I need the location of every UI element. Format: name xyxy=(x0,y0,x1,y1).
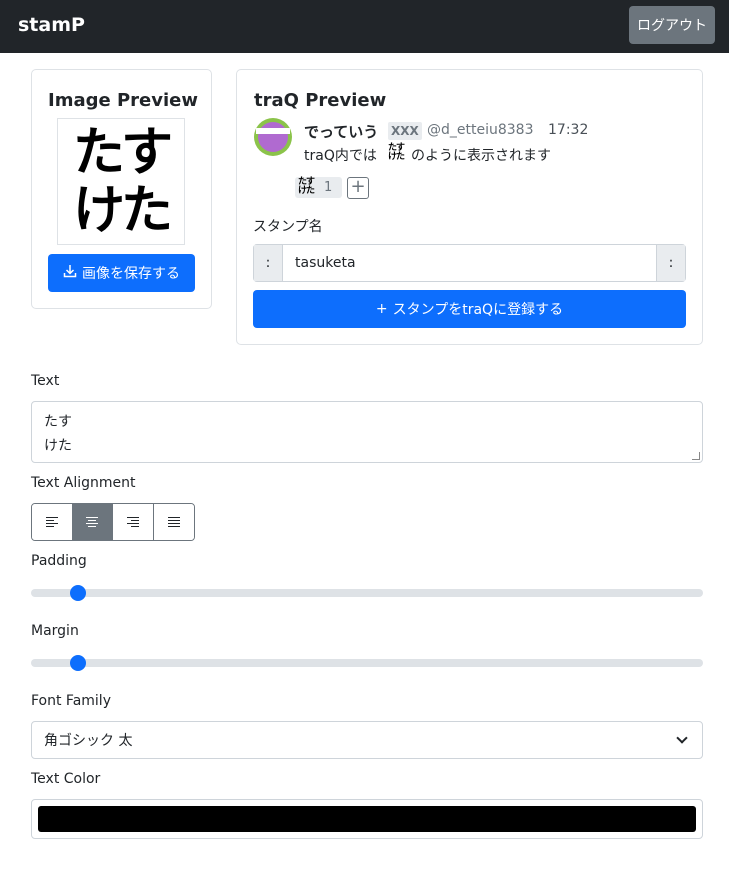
align-justify-button[interactable] xyxy=(153,504,194,540)
align-right-icon xyxy=(126,517,139,527)
download-icon xyxy=(63,264,77,282)
message-text-before: traQ内では xyxy=(304,148,377,164)
align-justify-icon xyxy=(167,517,180,527)
inline-stamp: たす けた xyxy=(388,143,405,162)
resize-handle[interactable] xyxy=(692,452,700,460)
margin-slider-thumb[interactable] xyxy=(70,655,87,671)
font-family-value: 角ゴシック 太 xyxy=(44,733,133,749)
user-badge: XXX xyxy=(388,122,422,140)
padding-label: Padding xyxy=(31,553,87,569)
align-left-button[interactable] xyxy=(32,504,73,540)
save-image-button[interactable]: 画像を保存する xyxy=(48,254,195,292)
font-family-label: Font Family xyxy=(31,693,111,709)
navbar: stamP ログアウト xyxy=(0,0,729,53)
stamp-name-input[interactable]: tasuketa xyxy=(295,255,356,271)
text-label: Text xyxy=(31,373,60,389)
image-preview-title: Image Preview xyxy=(48,90,198,111)
register-stamp-label: スタンプをtraQに登録する xyxy=(392,302,564,318)
message-time: 17:32 xyxy=(548,122,589,138)
align-center-icon xyxy=(86,517,99,527)
text-line-2: けた xyxy=(44,438,72,454)
stamp-name-prefix: : xyxy=(254,245,283,281)
alignment-button-group xyxy=(31,503,195,541)
text-color-input[interactable] xyxy=(31,799,703,839)
margin-slider[interactable] xyxy=(31,655,703,671)
plus-icon: + xyxy=(375,301,388,317)
text-line-1: たす xyxy=(44,414,72,430)
text-input[interactable]: たす けた xyxy=(31,401,703,463)
align-left-icon xyxy=(45,517,58,527)
register-stamp-button[interactable]: + スタンプをtraQに登録する xyxy=(253,290,686,328)
align-center-button[interactable] xyxy=(72,504,113,540)
stamp-line-2: けた xyxy=(72,180,173,241)
chevron-down-icon xyxy=(676,732,688,744)
traq-preview-title: traQ Preview xyxy=(254,90,387,111)
text-color-swatch xyxy=(38,806,696,832)
logout-button[interactable]: ログアウト xyxy=(629,6,715,44)
message-user-name: でっていう xyxy=(304,123,379,141)
font-family-select[interactable]: 角ゴシック 太 xyxy=(31,721,703,759)
stamp-line-1: たす xyxy=(72,122,173,183)
stamp-name-label: スタンプ名 xyxy=(253,219,323,235)
avatar xyxy=(254,118,292,156)
padding-slider[interactable] xyxy=(31,585,703,601)
alignment-label: Text Alignment xyxy=(31,475,136,491)
app-brand[interactable]: stamP xyxy=(18,14,85,36)
stamp-name-input-group: : tasuketa : xyxy=(253,244,686,282)
reaction-count: 1 xyxy=(324,180,333,195)
stamp-name-suffix: : xyxy=(656,245,685,281)
add-reaction-button[interactable]: + xyxy=(347,177,369,199)
text-color-label: Text Color xyxy=(31,771,101,787)
align-right-button[interactable] xyxy=(113,504,154,540)
stamp-preview-image: たす けた xyxy=(57,118,185,245)
message-user-id: @d_etteiu8383 xyxy=(427,122,534,138)
save-image-label: 画像を保存する xyxy=(82,266,180,282)
message-text-after: のように表示されます xyxy=(411,148,551,164)
reaction-stamp: たす けた xyxy=(298,177,315,196)
padding-slider-thumb[interactable] xyxy=(70,585,87,601)
margin-label: Margin xyxy=(31,623,79,639)
